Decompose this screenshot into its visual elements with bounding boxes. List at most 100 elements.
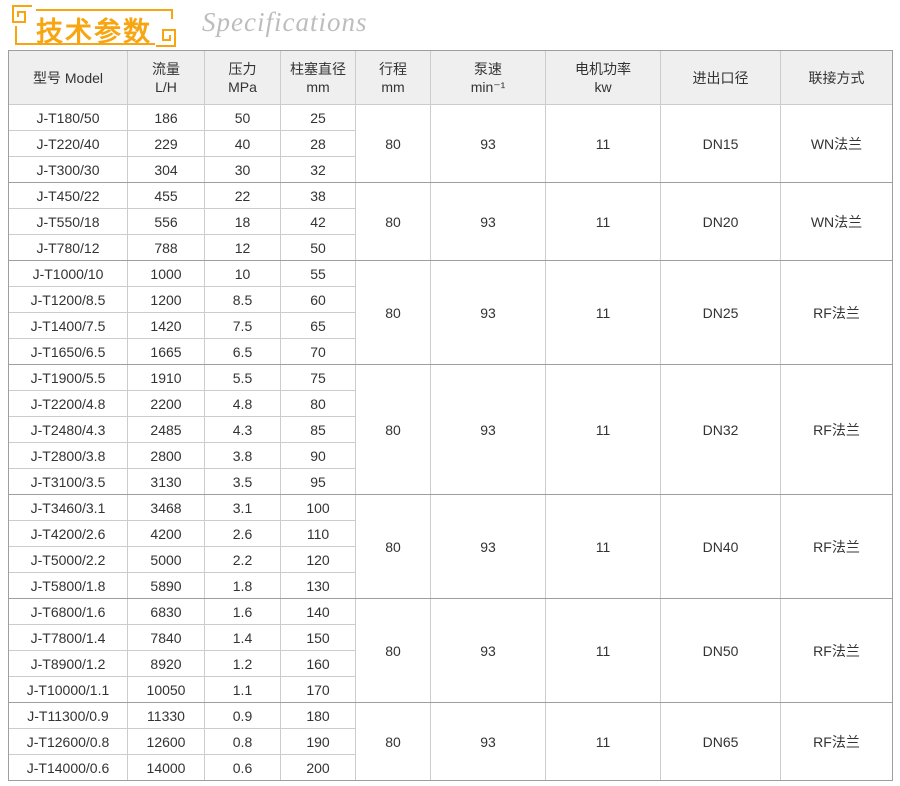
cell-flow: 229 — [128, 131, 205, 157]
cell-plunger: 55 — [281, 261, 356, 287]
cell-model: J-T2200/4.8 — [9, 391, 128, 417]
cell-plunger: 100 — [281, 495, 356, 521]
cell-flow: 455 — [128, 183, 205, 209]
cell-flow: 1420 — [128, 313, 205, 339]
cell-plunger: 38 — [281, 183, 356, 209]
cell-pressure: 4.3 — [205, 417, 281, 443]
cell-flow: 788 — [128, 235, 205, 261]
cell-plunger: 180 — [281, 703, 356, 729]
cell-plunger: 32 — [281, 157, 356, 183]
cell-plunger: 140 — [281, 599, 356, 625]
cell-speed: 93 — [431, 599, 546, 703]
cell-model: J-T550/18 — [9, 209, 128, 235]
column-unit: mm — [356, 78, 430, 96]
cell-port: DN50 — [661, 599, 781, 703]
cell-pressure: 30 — [205, 157, 281, 183]
cell-pressure: 3.1 — [205, 495, 281, 521]
cell-flow: 3130 — [128, 469, 205, 495]
page-subtitle: Specifications — [202, 7, 367, 38]
cell-port: DN25 — [661, 261, 781, 365]
cell-model: J-T1400/7.5 — [9, 313, 128, 339]
cell-flow: 1910 — [128, 365, 205, 391]
column-unit: min⁻¹ — [431, 78, 545, 96]
cell-model: J-T5800/1.8 — [9, 573, 128, 599]
cell-model: J-T11300/0.9 — [9, 703, 128, 729]
cell-pressure: 7.5 — [205, 313, 281, 339]
cell-plunger: 90 — [281, 443, 356, 469]
column-header-plunger: 柱塞直径mm — [281, 51, 356, 105]
column-label: 柱塞直径 — [281, 60, 355, 78]
cell-plunger: 80 — [281, 391, 356, 417]
cell-port: DN32 — [661, 365, 781, 495]
column-label: 型号 Model — [9, 69, 127, 87]
cell-flow: 8920 — [128, 651, 205, 677]
title-bar: 技术参数 Specifications — [8, 3, 900, 49]
cell-power: 11 — [546, 365, 661, 495]
cell-speed: 93 — [431, 495, 546, 599]
table-row: J-T1000/1010001055809311DN25RF法兰 — [9, 261, 893, 287]
cell-power: 11 — [546, 599, 661, 703]
cell-pressure: 1.8 — [205, 573, 281, 599]
cell-pressure: 8.5 — [205, 287, 281, 313]
column-label: 进出口径 — [661, 69, 780, 87]
column-unit: mm — [281, 78, 355, 96]
cell-pressure: 3.8 — [205, 443, 281, 469]
cell-plunger: 42 — [281, 209, 356, 235]
cell-pressure: 50 — [205, 105, 281, 131]
cell-plunger: 120 — [281, 547, 356, 573]
column-label: 流量 — [128, 60, 204, 78]
cell-model: J-T3460/3.1 — [9, 495, 128, 521]
cell-pressure: 3.5 — [205, 469, 281, 495]
cell-pressure: 12 — [205, 235, 281, 261]
column-header-speed: 泵速min⁻¹ — [431, 51, 546, 105]
column-header-flow: 流量L/H — [128, 51, 205, 105]
cell-flow: 14000 — [128, 755, 205, 781]
cell-model: J-T180/50 — [9, 105, 128, 131]
cell-model: J-T2800/3.8 — [9, 443, 128, 469]
cell-model: J-T1000/10 — [9, 261, 128, 287]
cell-port: DN15 — [661, 105, 781, 183]
cell-stroke: 80 — [356, 703, 431, 781]
column-header-power: 电机功率kw — [546, 51, 661, 105]
cell-model: J-T1650/6.5 — [9, 339, 128, 365]
spec-table: 型号 Model流量L/H压力MPa柱塞直径mm行程mm泵速min⁻¹电机功率k… — [8, 50, 893, 781]
cell-plunger: 190 — [281, 729, 356, 755]
cell-plunger: 50 — [281, 235, 356, 261]
cell-power: 11 — [546, 183, 661, 261]
cell-stroke: 80 — [356, 105, 431, 183]
cell-flow: 7840 — [128, 625, 205, 651]
cell-connection: RF法兰 — [781, 261, 893, 365]
cell-pressure: 0.9 — [205, 703, 281, 729]
cell-power: 11 — [546, 261, 661, 365]
cell-flow: 3468 — [128, 495, 205, 521]
cell-pressure: 6.5 — [205, 339, 281, 365]
table-row: J-T3460/3.134683.1100809311DN40RF法兰 — [9, 495, 893, 521]
cell-pressure: 1.6 — [205, 599, 281, 625]
column-unit: L/H — [128, 78, 204, 96]
cell-plunger: 28 — [281, 131, 356, 157]
cell-pressure: 0.6 — [205, 755, 281, 781]
cell-flow: 304 — [128, 157, 205, 183]
cell-model: J-T14000/0.6 — [9, 755, 128, 781]
cell-pressure: 1.1 — [205, 677, 281, 703]
cell-model: J-T7800/1.4 — [9, 625, 128, 651]
cell-connection: WN法兰 — [781, 183, 893, 261]
cell-pressure: 2.2 — [205, 547, 281, 573]
cell-model: J-T3100/3.5 — [9, 469, 128, 495]
cell-speed: 93 — [431, 703, 546, 781]
column-unit: kw — [546, 78, 660, 96]
cell-model: J-T450/22 — [9, 183, 128, 209]
column-label: 压力 — [205, 60, 280, 78]
cell-pressure: 4.8 — [205, 391, 281, 417]
cell-flow: 11330 — [128, 703, 205, 729]
cell-connection: RF法兰 — [781, 703, 893, 781]
cell-model: J-T4200/2.6 — [9, 521, 128, 547]
table-row: J-T11300/0.9113300.9180809311DN65RF法兰 — [9, 703, 893, 729]
title-frame: 技术参数 — [8, 3, 180, 49]
cell-stroke: 80 — [356, 183, 431, 261]
column-label: 电机功率 — [546, 60, 660, 78]
cell-plunger: 25 — [281, 105, 356, 131]
cell-pressure: 2.6 — [205, 521, 281, 547]
spec-table-header: 型号 Model流量L/H压力MPa柱塞直径mm行程mm泵速min⁻¹电机功率k… — [9, 51, 893, 105]
cell-plunger: 160 — [281, 651, 356, 677]
